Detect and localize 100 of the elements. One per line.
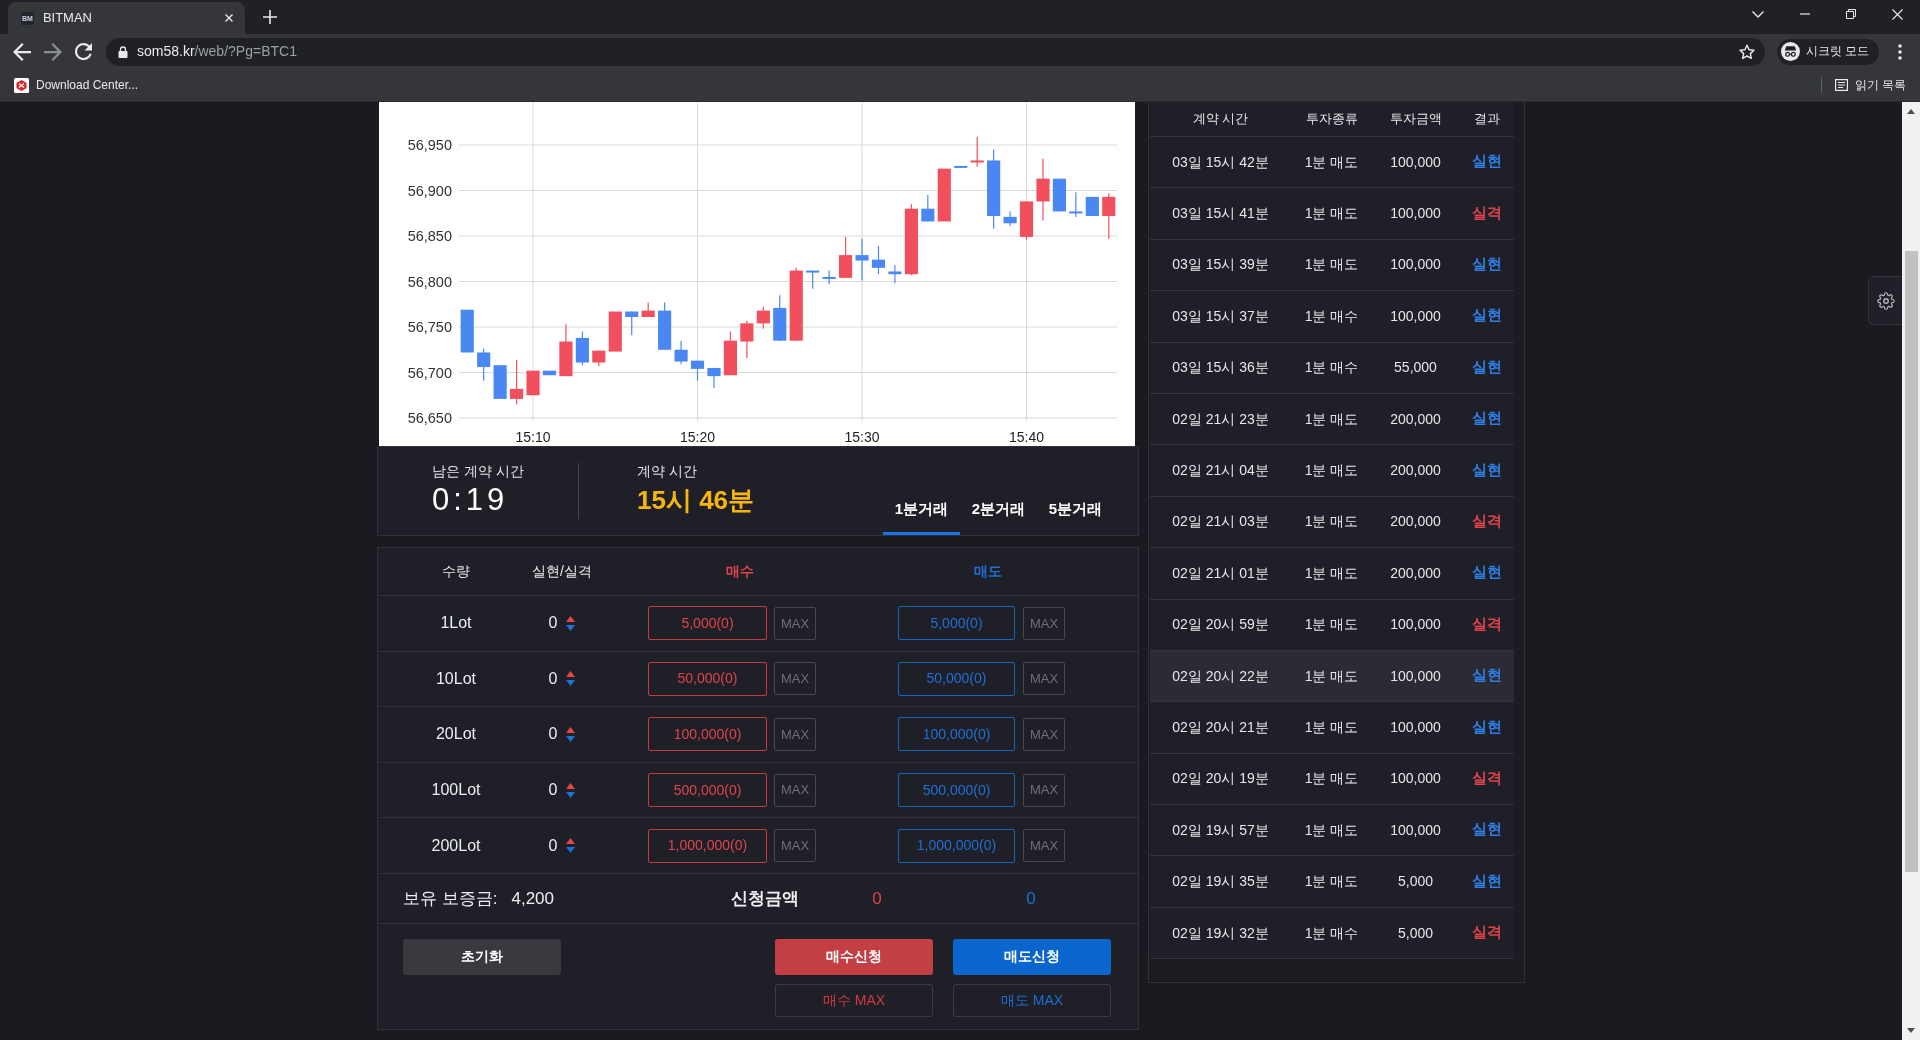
max-button[interactable]: MAX (774, 829, 816, 863)
buy-amount-button[interactable]: 5,000(0) (648, 606, 767, 641)
y-axis-label: 56,650 (407, 410, 452, 426)
scrollbar-track[interactable] (1902, 102, 1920, 1040)
reading-list-button[interactable]: 읽기 목록 (1834, 76, 1906, 94)
max-button[interactable]: MAX (1023, 829, 1065, 863)
falling-candle (921, 194, 935, 223)
y-axis-label: 56,900 (407, 182, 452, 199)
time-cell-text: 02일 20시 21분 (1171, 718, 1270, 737)
max-button[interactable]: MAX (1023, 606, 1065, 640)
reload-icon[interactable] (75, 43, 92, 60)
period-tab[interactable]: 1분거래 (883, 491, 960, 535)
type-cell-text: 1분 매도 (1303, 820, 1360, 840)
amount-cell-text: 55,000 (1393, 358, 1438, 378)
contract-time: 15시 46분 (637, 484, 755, 517)
amount-cell-text: 100,000 (1389, 152, 1442, 172)
sell-amount-button[interactable]: 50,000(0) (898, 661, 1015, 696)
column-header: 매수 (725, 562, 755, 581)
type-cell-text: 1분 매수 (1303, 306, 1360, 326)
scroll-down-icon[interactable] (1907, 1028, 1915, 1033)
up-triangle-icon[interactable] (566, 615, 576, 622)
falling-candle (460, 309, 474, 353)
sell-amount-button[interactable]: 5,000(0) (898, 606, 1015, 641)
lot-label: 1Lot (439, 613, 473, 634)
sell-max-button[interactable]: 매도 MAX (953, 983, 1111, 1017)
time-cell-text: 03일 15시 39분 (1171, 255, 1270, 275)
sell-amount-button[interactable]: 1,000,000(0) (898, 828, 1015, 863)
max-button[interactable]: MAX (774, 662, 816, 696)
falling-candle (855, 238, 869, 282)
result-cell-text: 실현 (1470, 152, 1503, 172)
y-axis-label: 56,750 (407, 319, 452, 335)
profile-button[interactable]: 시크릿 모드 (1777, 38, 1880, 65)
buy-amount-button[interactable]: 100,000(0) (648, 717, 767, 752)
time-cell-text: 02일 21시 01분 (1171, 563, 1270, 583)
address-field[interactable]: som58.kr/web/?Pg=BTC1 (106, 37, 1765, 66)
falling-candle (806, 269, 820, 290)
close-icon[interactable] (1892, 8, 1903, 20)
result-cell-text: 실현 (1470, 871, 1503, 891)
falling-candle (871, 245, 886, 275)
back-arrow-icon[interactable] (13, 42, 31, 61)
forward-arrow-icon[interactable] (44, 42, 62, 61)
falling-candle (1052, 178, 1066, 212)
plus-icon[interactable] (263, 10, 277, 24)
type-cell-text: 1분 매도 (1303, 204, 1360, 224)
restore-icon[interactable] (1846, 9, 1856, 19)
bookmark-link[interactable]: Download Center... (14, 76, 139, 94)
falling-candle (477, 348, 491, 382)
falling-candle (888, 264, 902, 284)
more-menu-icon[interactable] (1898, 43, 1902, 60)
up-triangle-icon[interactable] (566, 727, 576, 733)
reset-button[interactable]: 초기화 (403, 938, 561, 975)
down-triangle-icon[interactable] (566, 680, 576, 687)
up-triangle-icon[interactable] (566, 782, 576, 789)
time-cell-text: 03일 15시 36분 (1171, 358, 1270, 378)
type-cell-text: 1분 매도 (1303, 512, 1360, 532)
max-button[interactable]: MAX (774, 773, 816, 807)
max-button[interactable]: MAX (774, 718, 816, 751)
period-tab[interactable]: 5분거래 (1037, 491, 1114, 535)
down-triangle-icon[interactable] (566, 736, 576, 742)
time-cell-text: 02일 19시 35분 (1171, 872, 1270, 892)
incognito-icon (1781, 42, 1800, 61)
sell-amount-button[interactable]: 500,000(0) (898, 773, 1015, 808)
falling-candle (954, 165, 968, 168)
up-triangle-icon[interactable] (566, 671, 576, 678)
lot-label: 10Lot (434, 668, 477, 689)
down-triangle-icon[interactable] (566, 791, 576, 798)
type-cell-text: 1분 매수 (1303, 358, 1360, 378)
type-cell-text: 1분 매도 (1303, 255, 1360, 275)
period-tab[interactable]: 2분거래 (960, 491, 1037, 535)
sell-total: 0 (1026, 887, 1036, 910)
contract-time-label: 계약 시간 (637, 463, 697, 481)
buy-amount-button[interactable]: 500,000(0) (648, 773, 767, 808)
down-triangle-icon[interactable] (566, 847, 576, 854)
amount-cell-text: 5,000 (1396, 923, 1434, 943)
sell-request-button[interactable]: 매도신청 (953, 938, 1111, 975)
scroll-up-icon[interactable] (1907, 109, 1915, 114)
buy-amount-button[interactable]: 1,000,000(0) (648, 828, 767, 863)
type-cell-text: 1분 매수 (1303, 923, 1360, 943)
up-triangle-icon[interactable] (566, 838, 576, 845)
buy-max-button[interactable]: 매수 MAX (775, 983, 933, 1017)
max-button[interactable]: MAX (1023, 662, 1065, 696)
settings-button[interactable] (1868, 276, 1902, 325)
result-cell-text: 실현 (1470, 409, 1503, 429)
sell-amount-button[interactable]: 100,000(0) (898, 717, 1015, 752)
falling-candle (542, 370, 557, 376)
rising-candle (723, 330, 737, 376)
down-triangle-icon[interactable] (566, 624, 576, 631)
falling-candle (625, 310, 639, 336)
buy-amount-button[interactable]: 50,000(0) (648, 661, 767, 696)
max-button[interactable]: MAX (774, 606, 816, 640)
list-icon (1834, 79, 1848, 91)
max-button[interactable]: MAX (1023, 773, 1065, 807)
buy-request-button[interactable]: 매수신청 (775, 938, 933, 975)
buy-total: 0 (872, 887, 882, 910)
remaining-time: 0:19 (432, 481, 509, 519)
count-value: 0 (548, 613, 558, 634)
star-icon[interactable] (1739, 43, 1755, 60)
chevron-down-icon[interactable] (1752, 10, 1764, 18)
scrollbar-thumb[interactable] (1904, 251, 1918, 872)
max-button[interactable]: MAX (1023, 718, 1065, 751)
